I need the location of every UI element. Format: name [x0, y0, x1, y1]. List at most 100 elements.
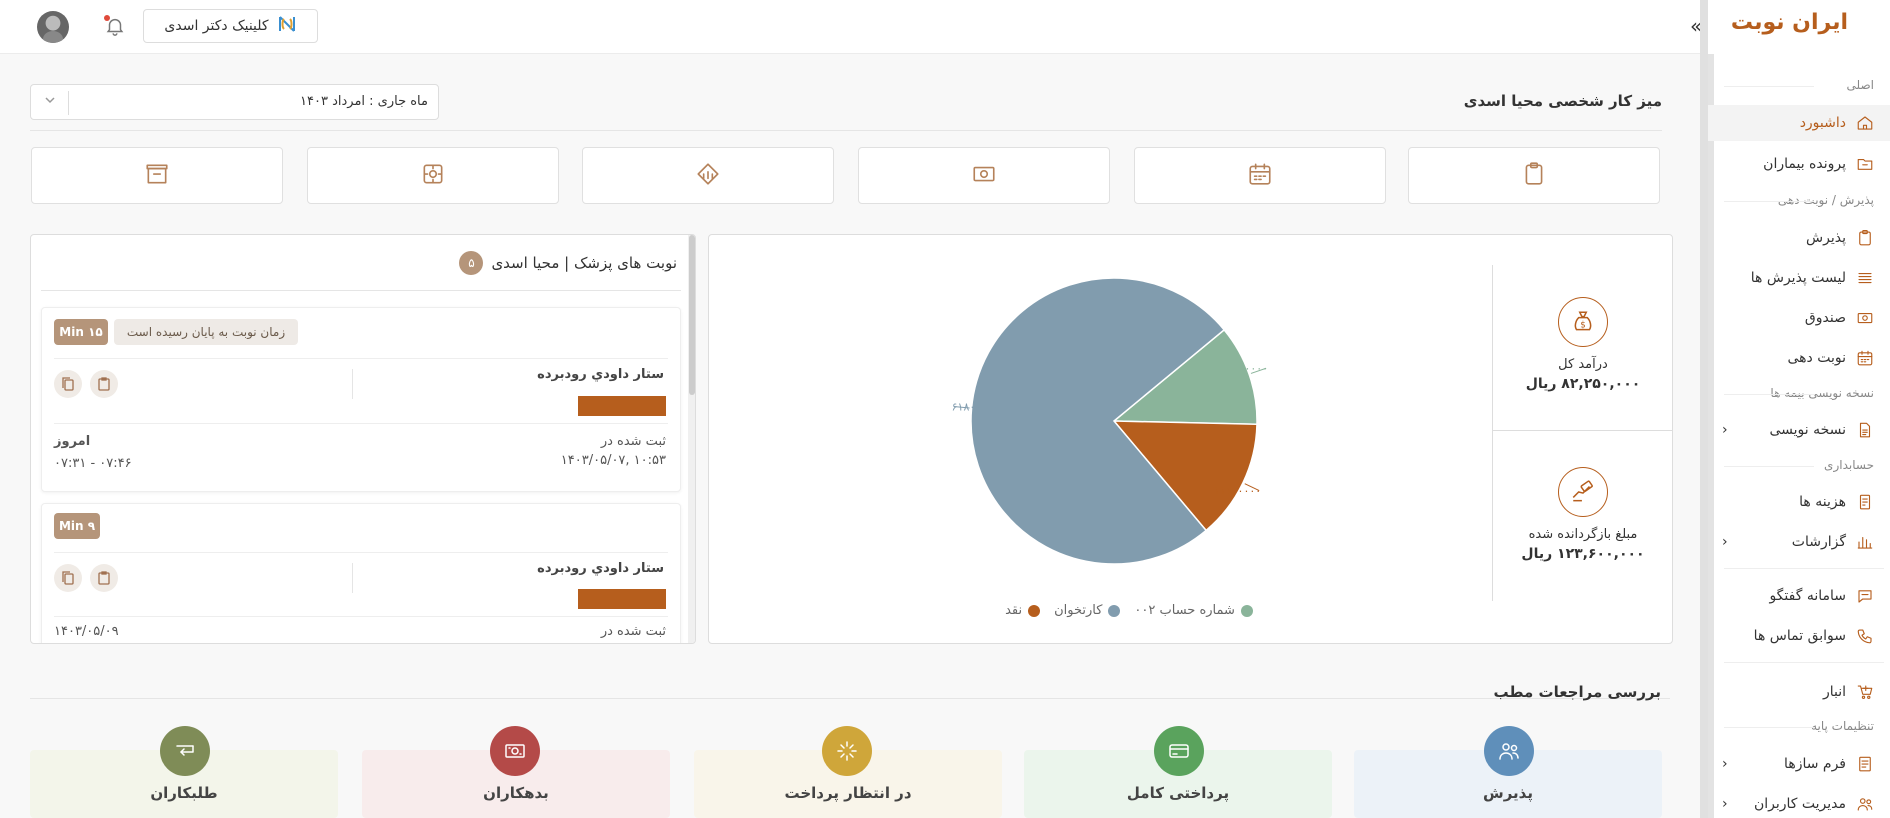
users-icon	[1856, 795, 1874, 813]
appointments-header: نوبت های پزشک | محیا اسدی ۵	[459, 251, 677, 275]
sidebar-section-divider	[1724, 86, 1814, 87]
loading-icon[interactable]	[822, 726, 872, 776]
appointments-divider	[41, 290, 681, 291]
clipboard-button[interactable]	[90, 564, 118, 592]
chevron-left-icon[interactable]: ‹	[1722, 422, 1728, 438]
card-icon[interactable]	[1154, 726, 1204, 776]
registered-label: ثبت شده در	[600, 434, 666, 449]
calendar-icon	[1247, 161, 1273, 191]
legend-item[interactable]: کارتخوان	[1054, 603, 1121, 618]
doctor-name: ستار داودي رودبرده	[537, 561, 664, 576]
home-icon	[1856, 114, 1874, 132]
legend-item[interactable]: نقد	[1005, 603, 1041, 618]
chevron-left-icon[interactable]: ‹	[1722, 796, 1728, 812]
review-card-label: در انتظار پرداخت	[784, 784, 912, 802]
money-icon[interactable]	[490, 726, 540, 776]
sidebar-item-label: پذیرش	[1806, 230, 1846, 246]
sidebar-section-divider	[1724, 727, 1814, 728]
sidebar-item[interactable]: نسخه نویسی ‹	[1708, 412, 1890, 448]
sidebar-item[interactable]: هزینه ها	[1708, 484, 1890, 520]
sidebar-section-label: پذیرش / نوبت دهی	[1777, 193, 1874, 207]
cart-icon	[1856, 683, 1874, 701]
sidebar-item[interactable]: لیست پذیرش ها	[1708, 260, 1890, 296]
legend-item[interactable]: شماره حساب ۰۰۲	[1134, 603, 1253, 618]
sidebar-item-label: مدیریت کاربران	[1753, 796, 1846, 812]
user-avatar[interactable]	[37, 11, 69, 43]
users-icon[interactable]	[1484, 726, 1534, 776]
pie-data-label: ۱۱۱۰۰۰۰۰	[1214, 485, 1261, 498]
sidebar-item[interactable]: پرونده بیماران	[1708, 146, 1890, 182]
card-divider	[54, 423, 668, 424]
color-swatch	[578, 396, 666, 416]
quick-action-button[interactable]	[582, 147, 834, 204]
legend-swatch	[1240, 604, 1253, 617]
month-select-separator	[68, 91, 69, 115]
card-vertical-divider	[352, 563, 353, 593]
sidebar-section-label: نسخه نویسی بیمه ها	[1770, 386, 1874, 400]
return-icon[interactable]	[160, 726, 210, 776]
sidebar-divider	[1724, 568, 1884, 569]
sidebar-item-label: نوبت دهی	[1787, 350, 1846, 366]
receipt-icon	[1856, 493, 1874, 511]
archive-icon	[144, 161, 170, 191]
sidebar-item[interactable]: پذیرش	[1708, 220, 1890, 256]
gear-icon	[420, 161, 446, 191]
chart-legend: شماره حساب ۰۰۲ کارتخوان نقد	[979, 603, 1279, 618]
calendar-icon	[1856, 349, 1874, 367]
sidebar-section-label: حسابداری	[1824, 458, 1874, 472]
folder-icon	[1856, 155, 1874, 173]
sidebar-item[interactable]: نوبت دهی	[1708, 340, 1890, 376]
app-logo[interactable]: ایران نوبت	[1731, 10, 1848, 35]
clinic-switch-button[interactable]: کلینیک دکتر اسدی	[143, 9, 318, 43]
sidebar-item[interactable]: صندوق	[1708, 300, 1890, 336]
legend-swatch	[1028, 604, 1041, 617]
sidebar-item[interactable]: فرم سازها ‹	[1708, 746, 1890, 782]
quick-action-button[interactable]	[1134, 147, 1386, 204]
sidebar-item-label: پرونده بیماران	[1763, 156, 1846, 172]
sidebar-item[interactable]: مدیریت کاربران ‹	[1708, 786, 1890, 818]
bar-chart-icon	[1856, 533, 1874, 551]
quick-action-button[interactable]	[858, 147, 1110, 204]
quick-action-button[interactable]	[307, 147, 559, 204]
card-divider	[54, 552, 668, 553]
review-card-label: طلبکاران	[150, 784, 218, 802]
sidebar-item[interactable]: داشبورد	[1708, 105, 1890, 141]
legend-label: شماره حساب ۰۰۲	[1134, 603, 1235, 618]
form-icon	[1856, 755, 1874, 773]
scrollbar-thumb[interactable]	[689, 235, 695, 395]
appointment-day: امروز	[54, 434, 91, 449]
sidebar-item[interactable]: سامانه گفتگو	[1708, 578, 1890, 614]
appointments-scrollbar[interactable]	[688, 235, 695, 643]
legend-swatch	[1108, 604, 1121, 617]
legend-label: نقد	[1005, 603, 1023, 618]
document-icon	[1856, 421, 1874, 439]
card-divider	[54, 616, 668, 617]
review-divider	[30, 698, 1670, 699]
pie-data-label: ۶۱۸۰۰۰۰۰	[952, 401, 999, 414]
review-card-label: پرداختی کامل	[1126, 784, 1230, 802]
clinic-label: کلینیک دکتر اسدی	[164, 18, 269, 34]
card-vertical-divider	[352, 369, 353, 399]
page-title: میز کار شخصی محیا اسدی	[1463, 92, 1662, 110]
chevron-left-icon[interactable]: ‹	[1722, 756, 1728, 772]
sidebar-item-label: لیست پذیرش ها	[1750, 270, 1846, 286]
copy-button[interactable]	[54, 564, 82, 592]
appointment-card[interactable]: ۱۵ Min زمان نوبت به پایان رسیده است ستار…	[41, 307, 681, 492]
appointment-card[interactable]: ۹ Min ستار داودي رودبرده ثبت شده در ۱۴۰۳…	[41, 503, 681, 643]
chevron-left-icon[interactable]: ‹	[1722, 534, 1728, 550]
quick-action-button[interactable]	[31, 147, 283, 204]
appointment-time: ۰۷:۳۱ - ۰۷:۴۶	[54, 456, 132, 471]
sidebar-section-divider	[1724, 466, 1814, 467]
month-select[interactable]: ماه جاری : امرداد ۱۴۰۳	[30, 84, 439, 120]
review-card-label: بدهکاران	[483, 784, 549, 802]
income-value: ۸۲,۲۵۰,۰۰۰ ریال	[1525, 376, 1641, 392]
clipboard-button[interactable]	[90, 370, 118, 398]
sidebar-item-label: صندوق	[1804, 310, 1846, 326]
sidebar-item[interactable]: انبار	[1708, 674, 1890, 710]
sidebar-item[interactable]: سوابق تماس ها	[1708, 618, 1890, 654]
quick-action-button[interactable]	[1408, 147, 1660, 204]
chevron-down-icon[interactable]	[43, 93, 57, 110]
sidebar-item[interactable]: گزارشات ‹	[1708, 524, 1890, 560]
appointments-panel: نوبت های پزشک | محیا اسدی ۵ ۱۵ Min زمان …	[30, 234, 696, 644]
copy-button[interactable]	[54, 370, 82, 398]
